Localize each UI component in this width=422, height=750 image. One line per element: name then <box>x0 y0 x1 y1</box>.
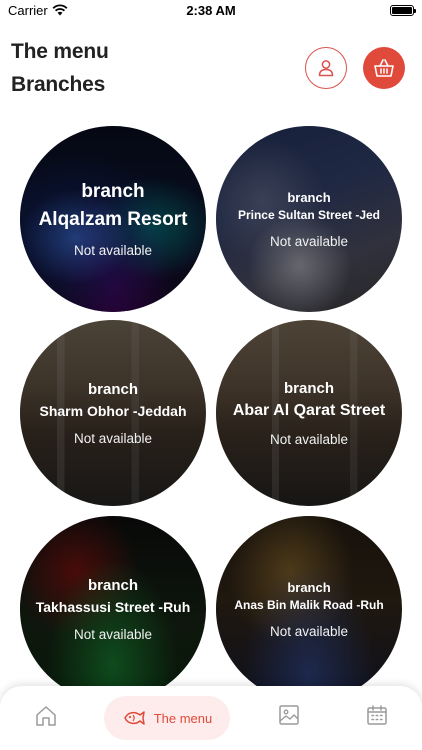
page-title: The menu <box>11 40 109 63</box>
calendar-icon <box>367 705 387 725</box>
user-icon <box>318 60 334 77</box>
cart-button[interactable] <box>363 47 405 89</box>
fish-icon <box>123 711 145 725</box>
branch-name: Takhassusi Street -Ruh <box>35 598 191 615</box>
section-title: Branches <box>11 73 106 96</box>
branch-card-prince-sultan[interactable]: branch Prince Sultan Street -Jed Not ava… <box>216 126 402 312</box>
battery-icon <box>390 5 416 16</box>
status-bar: Carrier 2:38 AM <box>0 0 422 24</box>
branch-name: Alqalzam Resort <box>38 208 188 230</box>
branch-name: Anas Bin Malik Road -Ruh <box>234 597 384 612</box>
branch-label: branch <box>87 380 138 398</box>
branch-card-sharm-obhor[interactable]: branch Sharm Obhor -Jeddah Not available <box>20 320 206 506</box>
nav-gallery[interactable] <box>277 703 301 727</box>
profile-button[interactable] <box>305 47 347 89</box>
branch-label: branch <box>87 576 138 594</box>
branch-status: Not available <box>73 242 153 258</box>
branch-label: branch <box>283 379 334 397</box>
branch-name: Abar Al Qarat Street <box>232 401 386 419</box>
branch-card-takhassusi[interactable]: branch Takhassusi Street -Ruh Not availa… <box>20 516 206 702</box>
nav-menu-label: The menu <box>153 710 213 726</box>
branch-status: Not available <box>269 233 349 249</box>
basket-icon <box>374 59 394 77</box>
branch-label: branch <box>287 189 331 205</box>
branch-name: Prince Sultan Street -Jed <box>237 207 381 222</box>
branch-status: Not available <box>269 431 349 447</box>
home-icon <box>36 706 56 726</box>
branch-card-anas-bin-malik[interactable]: branch Anas Bin Malik Road -Ruh Not avai… <box>216 516 402 702</box>
app-screen: Carrier 2:38 AM The menu Branches branch… <box>0 0 422 750</box>
nav-home[interactable] <box>33 703 59 729</box>
branch-card-abar-al-qarat[interactable]: branch Abar Al Qarat Street Not availabl… <box>216 320 402 506</box>
nav-menu[interactable]: The menu <box>104 696 230 740</box>
branch-label: branch <box>287 579 331 595</box>
branch-name: Sharm Obhor -Jeddah <box>39 402 187 419</box>
gallery-icon <box>279 705 299 725</box>
branch-status: Not available <box>73 430 153 446</box>
branch-status: Not available <box>269 623 349 639</box>
branch-label: branch <box>81 180 145 202</box>
branch-status: Not available <box>73 626 153 642</box>
bottom-nav: The menu <box>0 686 422 750</box>
clock: 2:38 AM <box>186 3 236 18</box>
nav-reservations[interactable] <box>365 703 389 727</box>
branch-card-alqalzam-resort[interactable]: branch Alqalzam Resort Not available <box>20 126 206 312</box>
